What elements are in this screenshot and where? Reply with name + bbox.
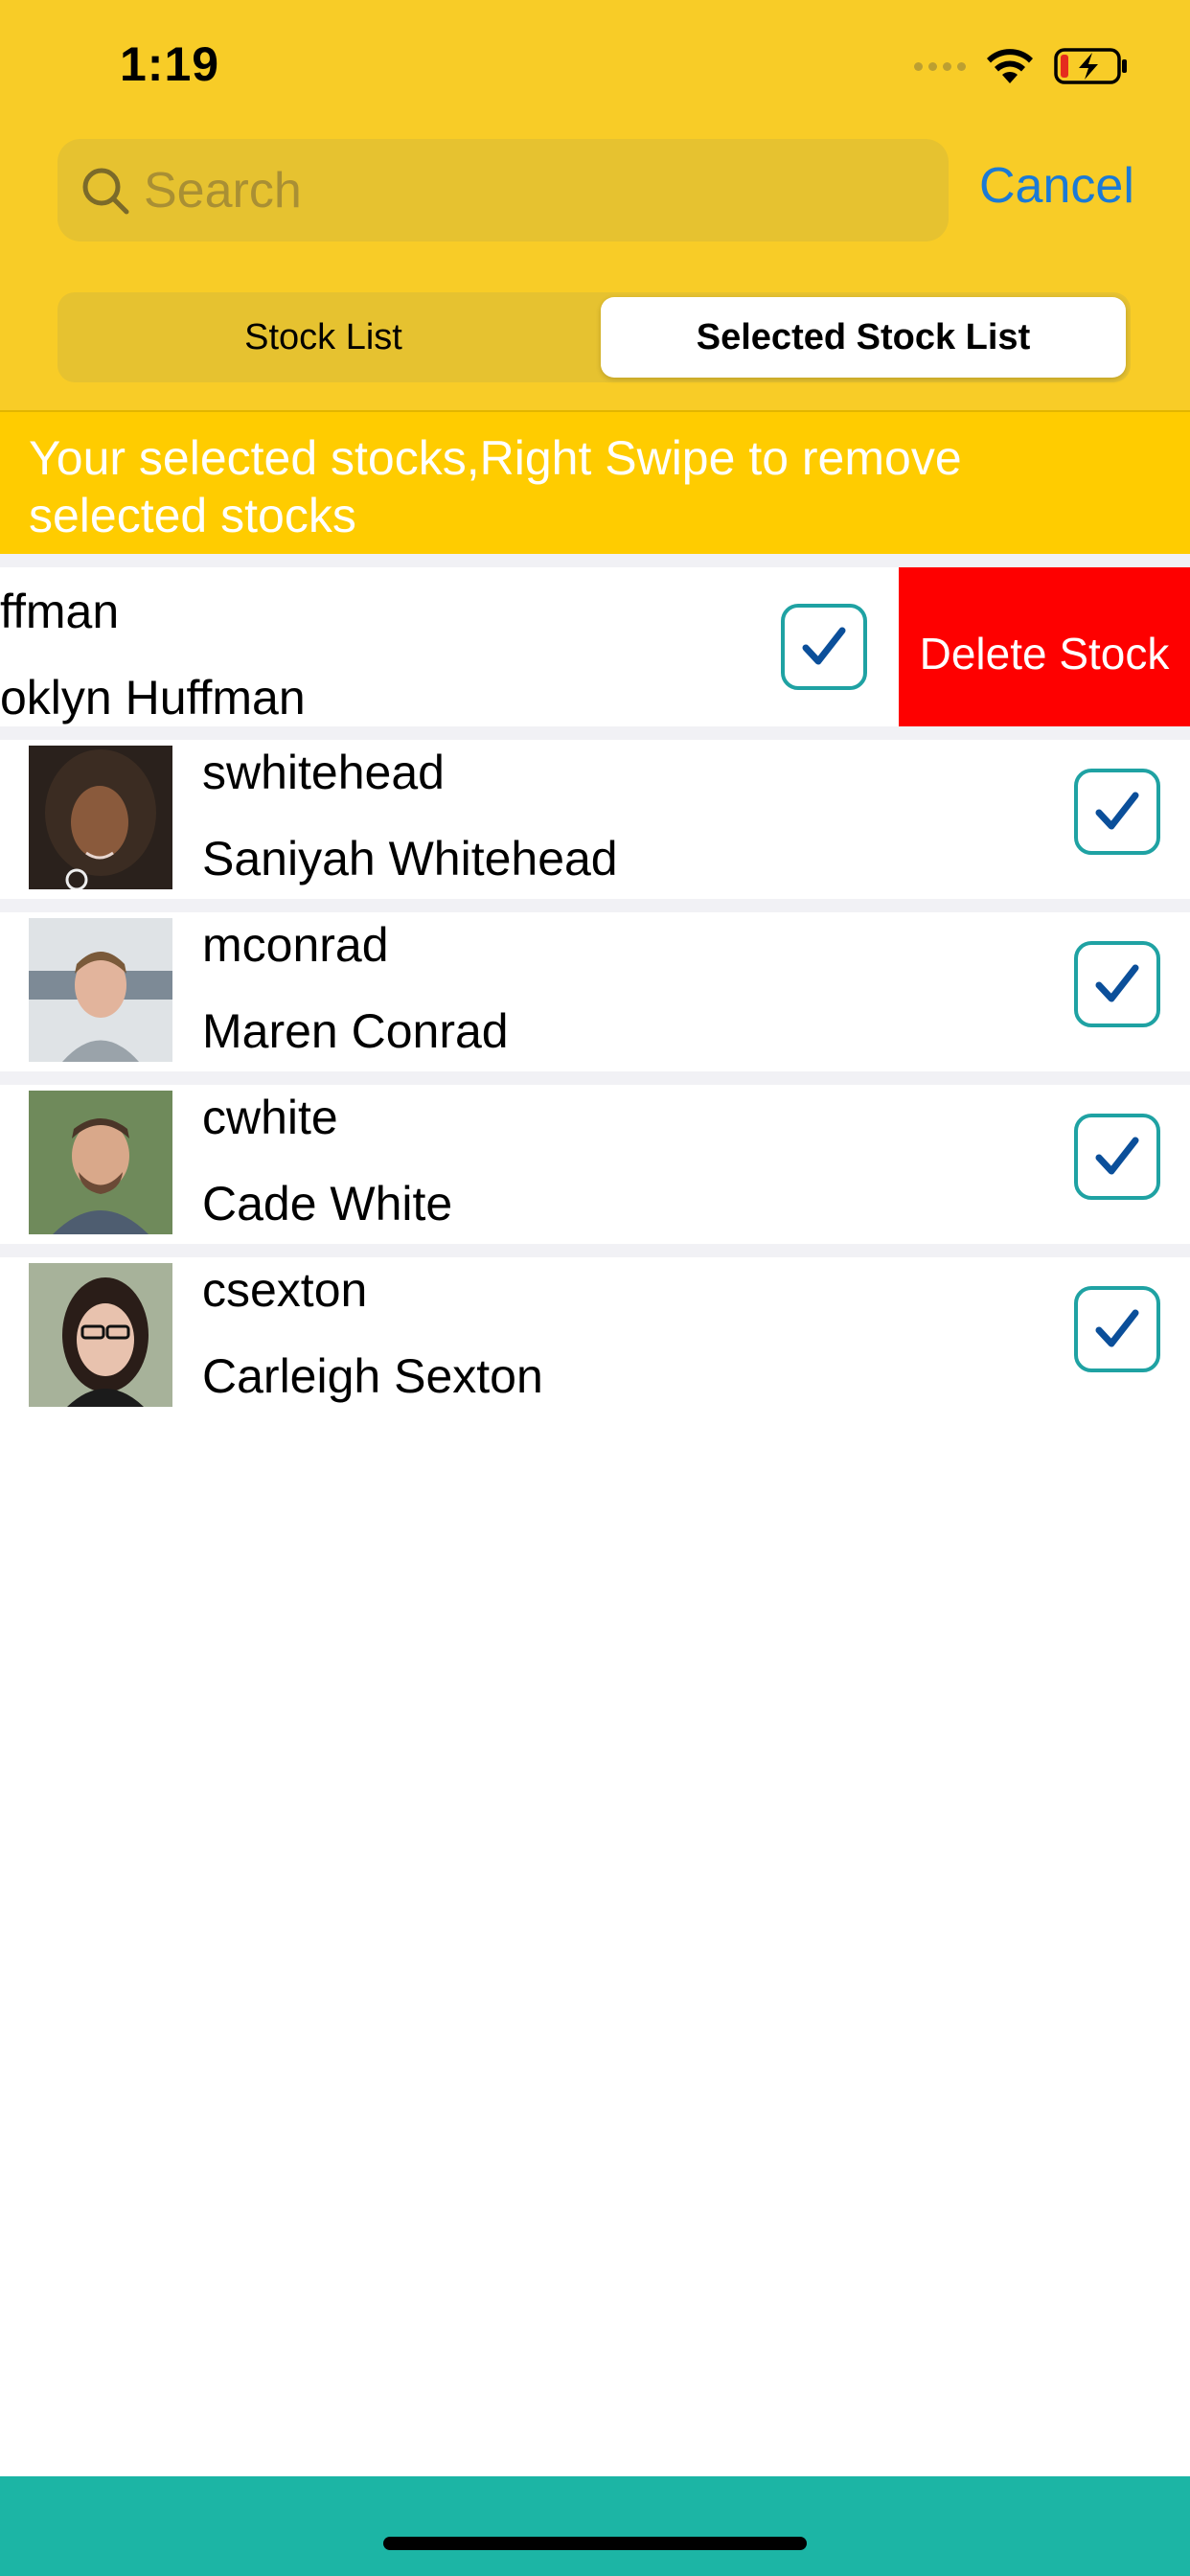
home-indicator[interactable]: [383, 2537, 807, 2550]
table-row[interactable]: mconrad Maren Conrad: [0, 899, 1190, 1062]
wifi-icon: [987, 49, 1033, 83]
table-row-swiped[interactable]: ffman oklyn Huffman Delete Stock: [0, 554, 1190, 726]
table-row[interactable]: swhitehead Saniyah Whitehead: [0, 726, 1190, 889]
checkmark-icon: [1095, 964, 1139, 1002]
row-username: csexton: [202, 1263, 368, 1317]
cancel-button[interactable]: Cancel: [979, 157, 1134, 215]
segmented-control: Stock List Selected Stock List: [57, 292, 1131, 382]
checkmark-icon: [1095, 1309, 1139, 1347]
tab-selected-stock-list[interactable]: Selected Stock List: [601, 297, 1126, 378]
row-username: swhitehead: [202, 746, 445, 799]
status-bar: 1:19: [0, 0, 1190, 134]
bottom-bar: [0, 2476, 1190, 2576]
avatar: [29, 746, 172, 889]
row-fullname: Carleigh Sexton: [202, 1349, 543, 1403]
checkbox[interactable]: [1074, 941, 1160, 1027]
search-bar[interactable]: [57, 139, 949, 242]
row-fullname: Saniyah Whitehead: [202, 832, 618, 886]
checkmark-icon: [1095, 1137, 1139, 1175]
checkbox[interactable]: [1074, 1286, 1160, 1372]
row-username: ffman: [0, 585, 120, 638]
table-row[interactable]: csexton Carleigh Sexton: [0, 1244, 1190, 1407]
header: 1:19 Cancel Stock List: [0, 0, 1190, 410]
banner-line-2: selected stocks: [29, 489, 356, 542]
row-fullname: Maren Conrad: [202, 1004, 509, 1058]
row-username: mconrad: [202, 918, 389, 972]
checkmark-icon: [802, 627, 846, 665]
banner-line-1: Your selected stocks,Right Swipe to remo…: [29, 431, 962, 485]
search-input[interactable]: [144, 139, 929, 242]
status-icons: [914, 42, 1129, 90]
row-fullname: oklyn Huffman: [0, 671, 306, 724]
checkmark-icon: [1095, 792, 1139, 830]
table-row[interactable]: cwhite Cade White: [0, 1071, 1190, 1234]
signal-dots-icon: [914, 61, 966, 71]
status-time: 1:19: [120, 37, 220, 91]
checkbox[interactable]: [1074, 1114, 1160, 1200]
checkbox[interactable]: [781, 604, 867, 690]
avatar: [29, 1263, 172, 1407]
avatar: [29, 1091, 172, 1234]
row-fullname: Cade White: [202, 1177, 453, 1230]
battery-charging-icon: [1054, 48, 1127, 84]
tab-stock-list[interactable]: Stock List: [57, 292, 589, 382]
search-icon: [82, 168, 129, 215]
avatar: [29, 918, 172, 1062]
checkbox[interactable]: [1074, 769, 1160, 855]
instruction-banner: Your selected stocks,Right Swipe to remo…: [0, 410, 1190, 554]
row-username: cwhite: [202, 1091, 338, 1144]
delete-stock-button[interactable]: Delete Stock: [899, 567, 1190, 726]
row-content: ffman oklyn Huffman: [0, 567, 897, 726]
